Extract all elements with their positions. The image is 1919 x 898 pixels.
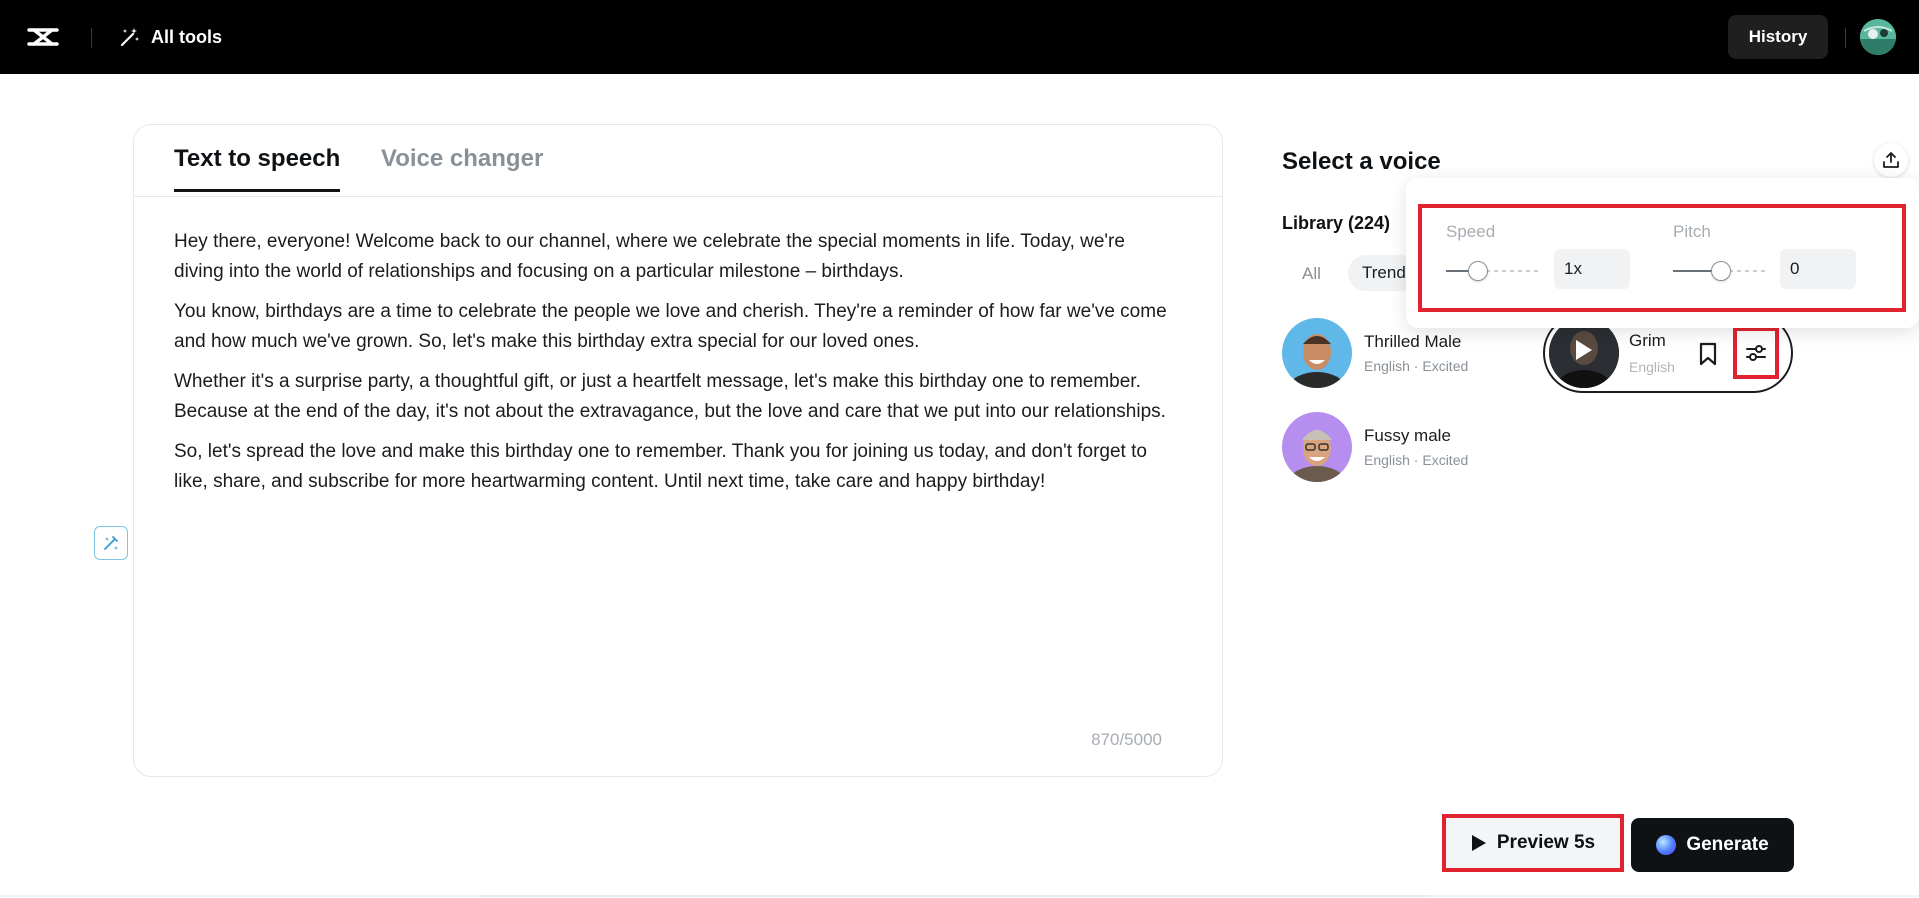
library-heading: Library (224) [1282, 213, 1391, 233]
preview-label: Preview 5s [1496, 832, 1596, 853]
active-tab-indicator [174, 189, 341, 192]
generate-label: Generate [1686, 834, 1769, 855]
tab-label: Voice changer [381, 145, 544, 172]
tab-label: Text to speech [174, 145, 341, 172]
voice-name: Fussy male [1364, 426, 1451, 445]
divider [1845, 28, 1846, 48]
tab-text-to-speech[interactable]: Text to speech [174, 145, 341, 192]
voice-item-fussy-male[interactable]: Fussy male English · Excited [1282, 412, 1468, 482]
top-bar: All tools History [0, 0, 1919, 74]
voice-name: Thrilled Male [1364, 332, 1462, 351]
character-counter: 870/5000 [1091, 730, 1162, 749]
magic-pen-icon [104, 536, 118, 550]
paragraph: Hey there, everyone! Welcome back to our… [174, 231, 1125, 282]
paragraph: Whether it's a surprise party, a thought… [174, 371, 1166, 422]
sliders-icon [1746, 345, 1766, 361]
slider-knob[interactable] [1467, 261, 1488, 281]
pitch-slider[interactable] [1673, 261, 1769, 281]
speed-value-input[interactable]: 1x [1554, 249, 1630, 289]
preview-button[interactable]: Preview 5s [1442, 814, 1624, 872]
voice-meta: English · Excited [1364, 452, 1469, 468]
voice-meta: English · Excited [1364, 358, 1469, 374]
filter-all[interactable]: All [1302, 264, 1321, 284]
magic-wand-icon [120, 28, 139, 47]
all-tools-label: All tools [151, 26, 222, 47]
generate-button[interactable]: Generate [1631, 818, 1794, 872]
slider-knob[interactable] [1711, 261, 1731, 281]
pitch-label: Pitch [1673, 222, 1711, 241]
speed-slider[interactable] [1446, 261, 1542, 281]
user-avatar[interactable] [1860, 19, 1896, 55]
tab-voice-changer[interactable]: Voice changer [381, 145, 543, 173]
history-button[interactable]: History [1728, 15, 1828, 59]
footer-divider [0, 895, 1919, 897]
paragraph: So, let's spread the love and make this … [174, 441, 1147, 492]
voice-meta: English [1629, 359, 1675, 375]
divider [91, 28, 92, 48]
paragraph: You know, birthdays are a time to celebr… [174, 301, 1167, 352]
editor-tabs: Text to speech Voice changer [134, 125, 1222, 197]
bookmark-icon[interactable] [1696, 341, 1720, 367]
upload-icon [1883, 152, 1899, 168]
voice-settings-popover: Speed 1x Pitch 0 [1406, 178, 1919, 328]
voice-item-thrilled-male[interactable]: Thrilled Male English · Excited [1282, 318, 1468, 388]
speed-label: Speed [1446, 222, 1496, 241]
all-tools-button[interactable]: All tools [119, 24, 222, 50]
voice-name: Grim [1629, 331, 1666, 350]
voice-settings-button[interactable] [1733, 327, 1779, 379]
text-editor-card: Text to speech Voice changer Hey there, … [133, 124, 1223, 777]
ai-rewrite-button[interactable] [94, 526, 128, 560]
play-icon[interactable] [1567, 335, 1597, 365]
select-voice-title: Select a voice [1282, 148, 1441, 175]
voice-avatar [1282, 412, 1352, 482]
voice-avatar [1282, 318, 1352, 388]
capcut-logo-icon[interactable] [26, 22, 60, 52]
pitch-value-input[interactable]: 0 [1780, 249, 1856, 289]
generate-orb-icon [1656, 835, 1677, 855]
script-textarea[interactable]: Hey there, everyone! Welcome back to our… [174, 227, 1174, 507]
play-icon [1471, 835, 1486, 851]
upload-voice-button[interactable] [1874, 143, 1908, 177]
